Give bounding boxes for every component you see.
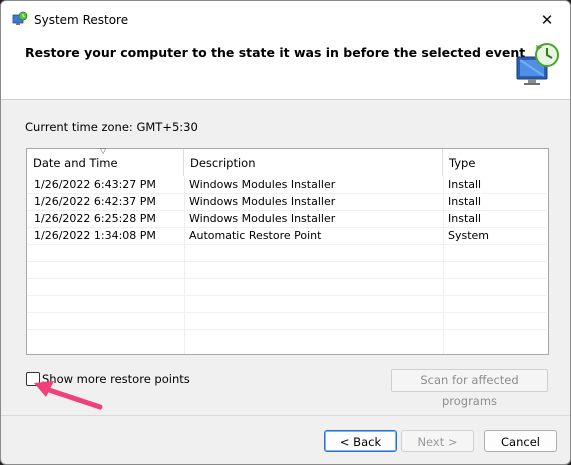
cell-type: Install	[448, 195, 482, 208]
next-button[interactable]: Next >	[401, 430, 474, 452]
column-header-label: Date and Time	[33, 156, 118, 170]
column-header-description[interactable]: Description	[184, 149, 443, 176]
row-divider	[27, 312, 546, 313]
close-icon: ✕	[540, 11, 554, 29]
cell-description: Windows Modules Installer	[189, 178, 336, 191]
row-divider	[27, 244, 546, 245]
system-restore-app-icon	[12, 11, 28, 25]
column-header-label: Description	[190, 156, 256, 170]
annotation-arrow-icon	[34, 381, 103, 410]
cell-type: Install	[448, 178, 482, 191]
table-row[interactable]: 1/26/2022 6:25:28 PM Windows Modules Ins…	[27, 210, 546, 227]
row-divider	[27, 278, 546, 279]
row-divider	[27, 193, 546, 194]
cell-type: System	[448, 229, 490, 242]
restore-points-table[interactable]: ▽ Date and Time Description Type 1/26/20…	[26, 146, 549, 355]
cell-date: 1/26/2022 6:25:28 PM	[34, 212, 156, 225]
column-header-date[interactable]: ▽ Date and Time	[27, 146, 184, 176]
timezone-label: Current time zone: GMT+5:30	[25, 120, 198, 134]
close-button[interactable]: ✕	[524, 1, 570, 39]
column-header-type[interactable]: Type	[443, 149, 546, 176]
cell-type: Install	[448, 212, 482, 225]
title-bar[interactable]: System Restore ✕	[1, 1, 570, 39]
cell-description: Windows Modules Installer	[189, 212, 336, 225]
back-button[interactable]: < Back	[324, 430, 397, 452]
row-divider	[27, 329, 546, 330]
cell-date: 1/26/2022 6:43:27 PM	[34, 178, 156, 191]
row-divider	[27, 210, 546, 211]
system-restore-icon	[516, 43, 559, 85]
column-header-label: Type	[449, 156, 476, 170]
sort-indicator-icon: ▽	[100, 146, 107, 155]
wizard-header: Restore your computer to the state it wa…	[1, 39, 570, 100]
scan-affected-programs-button[interactable]: Scan for affected programs	[391, 369, 548, 408]
page-title: Restore your computer to the state it wa…	[25, 45, 526, 60]
cell-date: 1/26/2022 6:42:37 PM	[34, 195, 156, 208]
cell-description: Automatic Restore Point	[189, 229, 322, 242]
window-title: System Restore	[34, 13, 129, 27]
table-row[interactable]: 1/26/2022 6:43:27 PM Windows Modules Ins…	[27, 176, 546, 193]
cell-description: Windows Modules Installer	[189, 195, 336, 208]
row-divider	[27, 227, 546, 228]
footer-divider	[1, 415, 570, 416]
table-row[interactable]: 1/26/2022 6:42:37 PM Windows Modules Ins…	[27, 193, 546, 210]
cell-date: 1/26/2022 1:34:08 PM	[34, 229, 156, 242]
cancel-button[interactable]: Cancel	[484, 430, 557, 452]
table-row[interactable]: 1/26/2022 1:34:08 PM Automatic Restore P…	[27, 227, 546, 244]
row-divider	[27, 261, 546, 262]
row-divider	[27, 295, 546, 296]
